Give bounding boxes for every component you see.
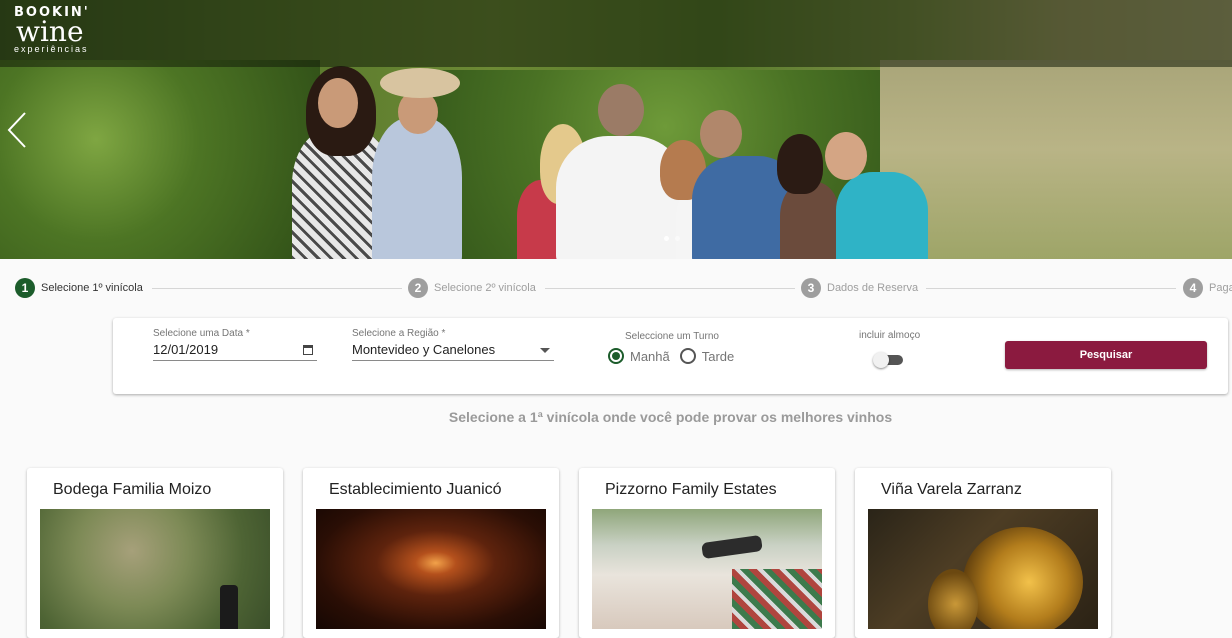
winery-card[interactable]: Pizzorno Family Estates [579,468,835,638]
lunch-toggle[interactable] [873,352,903,368]
booking-stepper: 1 Selecione 1º vinícola 2 Selecione 2º v… [0,276,1232,300]
logo-line3: experiências [14,44,89,54]
region-field[interactable]: Selecione a Região * Montevideo y Canelo… [352,328,554,361]
region-label: Selecione a Região * [352,328,446,339]
step-label: Paga [1209,282,1232,294]
radio-tarde-label[interactable]: Tarde [702,349,735,364]
step-number: 1 [15,278,35,298]
winery-name: Bodega Familia Moizo [53,481,212,498]
winery-card[interactable]: Viña Varela Zarranz [855,468,1111,638]
step-label: Selecione 1º vinícola [41,282,143,294]
turno-label: Seleccione um Turno [625,331,719,342]
bookin-wine-logo[interactable]: BOOKIN' wine experiências [12,6,90,55]
carousel-dot[interactable] [664,236,669,241]
winery-name: Viña Varela Zarranz [881,481,1022,498]
winery-photo[interactable] [40,509,270,629]
step-number: 4 [1183,278,1203,298]
step-3[interactable]: 3 Dados de Reserva [801,276,918,300]
region-value: Montevideo y Canelones [352,342,496,357]
radio-manha[interactable] [608,348,624,364]
chevron-down-icon [540,348,550,353]
stepper-connector [152,288,402,289]
hero-carousel: BOOKIN' wine experiências [0,0,1232,259]
carousel-dots [664,236,680,241]
logo-line2: wine [16,15,84,48]
section-headline: Selecione a 1ª vinícola onde você pode p… [448,409,893,425]
step-2[interactable]: 2 Selecione 2º vinícola [408,276,536,300]
date-input[interactable]: 12/01/2019 [153,339,317,361]
date-value: 12/01/2019 [153,342,219,357]
radio-manha-label[interactable]: Manhã [630,349,670,364]
winery-photo[interactable] [316,509,546,629]
field-background [880,60,1232,259]
radio-tarde[interactable] [679,348,696,364]
stepper-connector [926,288,1176,289]
vineyard-left [0,60,320,259]
step-number: 2 [408,278,428,298]
hero-top-overlay [0,0,1232,67]
winery-photo[interactable] [592,509,822,629]
step-label: Dados de Reserva [827,282,919,294]
step-number: 3 [801,278,821,298]
toggle-thumb [873,352,889,368]
stepper-connector [545,288,795,289]
date-field[interactable]: Selecione uma Data * 12/01/2019 [153,328,317,361]
winery-name: Pizzorno Family Estates [605,481,777,498]
winery-name: Establecimiento Juanicó [329,481,502,498]
carousel-dot[interactable] [675,236,680,241]
step-1[interactable]: 1 Selecione 1º vinícola [15,276,143,300]
turno-field: Seleccione um Turno Manhã Tarde [608,331,768,364]
winery-photo[interactable] [868,509,1098,629]
winery-card[interactable]: Establecimiento Juanicó [303,468,559,638]
carousel-prev-arrow-icon[interactable] [6,110,36,150]
step-label: Selecione 2º vinícola [434,282,536,294]
region-select[interactable]: Montevideo y Canelones [352,339,554,361]
calendar-icon[interactable] [303,345,313,355]
winery-card[interactable]: Bodega Familia Moizo [27,468,283,638]
step-4[interactable]: 4 Paga [1183,276,1232,300]
search-button[interactable]: Pesquisar [1005,341,1207,369]
lunch-label: incluir almoço [859,330,921,341]
date-label: Selecione uma Data * [153,328,250,339]
search-form: Selecione uma Data * 12/01/2019 Selecion… [113,318,1228,394]
lunch-field: incluir almoço [859,330,949,341]
